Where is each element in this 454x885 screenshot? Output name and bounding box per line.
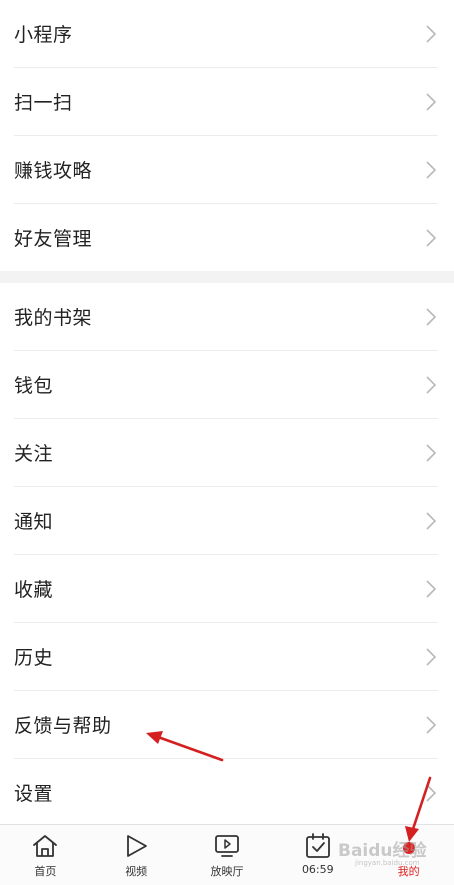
- tab-label: 我的: [397, 865, 420, 878]
- menu-item-label: 收藏: [14, 579, 54, 601]
- menu-item-history[interactable]: 历史: [14, 623, 438, 691]
- menu-item-label: 赚钱攻略: [14, 160, 93, 182]
- menu-item-settings[interactable]: 设置: [14, 759, 438, 826]
- menu-item-friend-management[interactable]: 好友管理: [14, 204, 438, 271]
- chevron-right-icon: [426, 92, 437, 111]
- tab-home[interactable]: 首页: [0, 825, 91, 885]
- tab-video[interactable]: 视频: [91, 825, 182, 885]
- menu-group-1: 小程序 扫一扫 赚钱攻略 好友管理: [0, 0, 454, 271]
- profile-icon: [402, 842, 415, 854]
- screen: 小程序 扫一扫 赚钱攻略 好友管理 我的书架 钱包 关注 通知 收藏 历史 反馈…: [0, 0, 454, 885]
- menu-item-scan[interactable]: 扫一扫: [14, 68, 438, 136]
- chevron-right-icon: [426, 579, 437, 598]
- menu-item-label: 反馈与帮助: [14, 715, 112, 737]
- menu-item-label: 历史: [14, 647, 54, 669]
- section-divider: [0, 271, 454, 283]
- chevron-right-icon: [426, 715, 437, 734]
- menu-item-label: 小程序: [14, 24, 73, 46]
- menu-item-label: 好友管理: [14, 228, 93, 250]
- chevron-right-icon: [426, 443, 437, 462]
- screen-play-icon: [215, 835, 239, 857]
- menu-item-label: 设置: [14, 783, 54, 805]
- bottom-tab-bar: 首页 视频 放映厅 06:59 我的: [0, 824, 454, 885]
- menu-item-notifications[interactable]: 通知: [14, 487, 438, 555]
- chevron-right-icon: [426, 783, 437, 802]
- menu-item-label: 我的书架: [14, 307, 93, 329]
- chevron-right-icon: [426, 511, 437, 530]
- chevron-right-icon: [426, 160, 437, 179]
- menu-item-feedback-help[interactable]: 反馈与帮助: [14, 691, 438, 759]
- menu-item-wallet[interactable]: 钱包: [14, 351, 438, 419]
- calendar-check-icon: [305, 833, 330, 858]
- menu-item-label: 钱包: [14, 375, 54, 397]
- menu-item-following[interactable]: 关注: [14, 419, 438, 487]
- chevron-right-icon: [426, 228, 437, 247]
- home-icon: [33, 835, 58, 857]
- menu-group-2: 我的书架 钱包 关注 通知 收藏 历史 反馈与帮助 设置: [0, 283, 454, 826]
- chevron-right-icon: [426, 307, 437, 326]
- tab-theater[interactable]: 放映厅: [182, 825, 273, 885]
- play-icon: [127, 835, 148, 857]
- tab-me[interactable]: 我的: [363, 825, 454, 885]
- tab-label: 06:59: [301, 863, 334, 876]
- tab-label: 首页: [34, 865, 57, 878]
- menu-item-favorites[interactable]: 收藏: [14, 555, 438, 623]
- menu-item-bookshelf[interactable]: 我的书架: [14, 283, 438, 351]
- menu-item-earning-guide[interactable]: 赚钱攻略: [14, 136, 438, 204]
- menu-item-label: 通知: [14, 511, 54, 533]
- tab-label: 视频: [125, 865, 148, 878]
- menu-item-label: 关注: [14, 443, 54, 465]
- menu-item-label: 扫一扫: [14, 92, 73, 114]
- tab-checkin[interactable]: 06:59: [272, 825, 363, 885]
- chevron-right-icon: [426, 647, 437, 666]
- chevron-right-icon: [426, 375, 437, 394]
- menu-item-mini-programs[interactable]: 小程序: [14, 0, 438, 68]
- chevron-right-icon: [426, 24, 437, 43]
- tab-label: 放映厅: [210, 865, 244, 878]
